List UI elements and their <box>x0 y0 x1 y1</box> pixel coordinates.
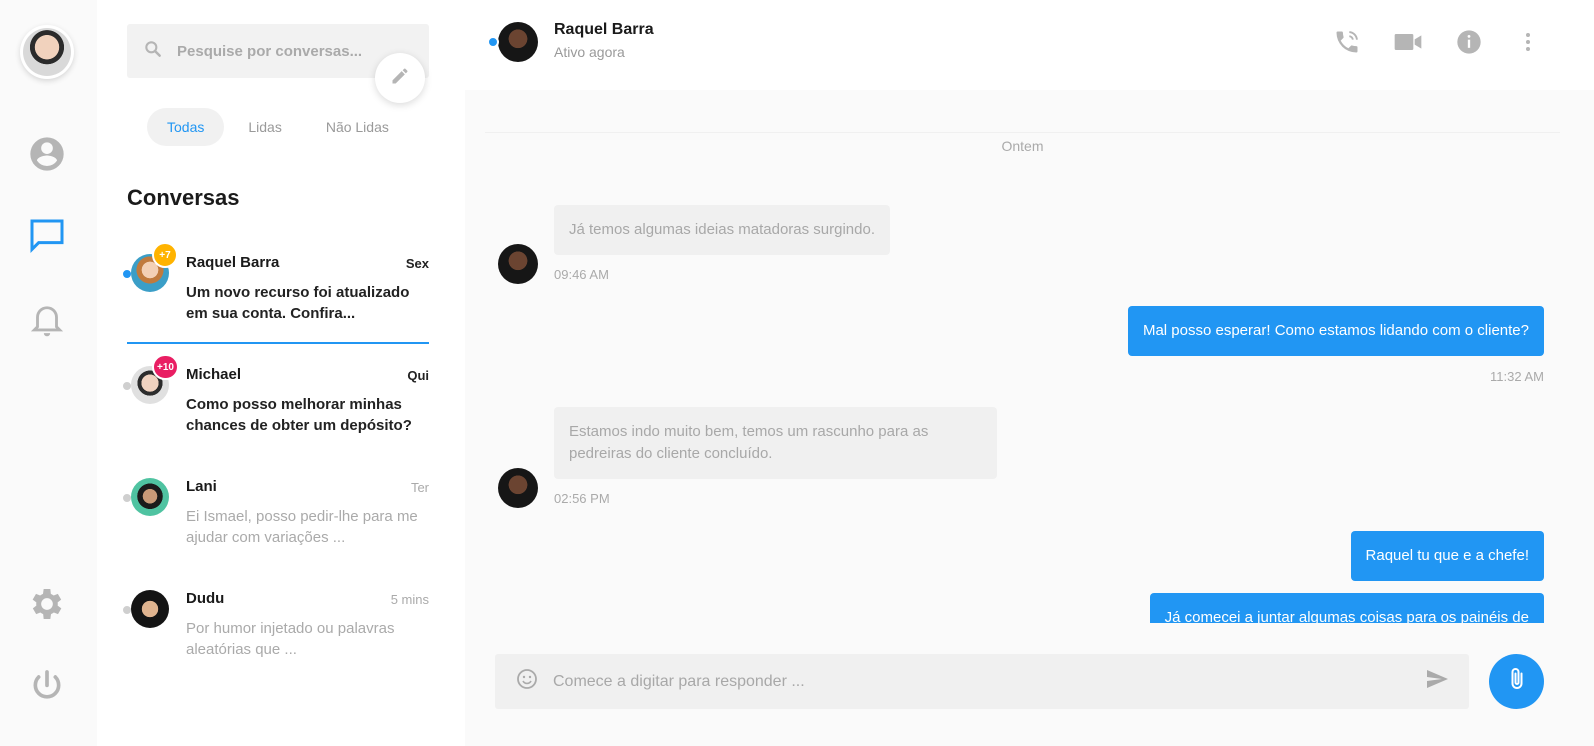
conversation-name: Michael <box>186 366 242 383</box>
message-time: 09:46 AM <box>554 267 609 282</box>
list-title: Conversas <box>127 185 240 210</box>
bell-icon[interactable] <box>27 302 67 342</box>
pencil-icon <box>390 66 410 91</box>
compose-button[interactable] <box>375 53 425 103</box>
message-time: 02:56 PM <box>554 491 610 506</box>
conversation-time: Qui <box>407 368 429 383</box>
tab-read[interactable]: Lidas <box>228 108 301 146</box>
paperclip-icon <box>1505 667 1529 696</box>
profile-icon[interactable] <box>27 134 67 174</box>
message-input[interactable] <box>553 672 1425 691</box>
send-icon[interactable] <box>1425 667 1449 696</box>
conversation-item[interactable]: Lani Ter Ei Ismael, posso pedir-lhe para… <box>121 456 429 568</box>
emoji-icon[interactable] <box>515 667 539 696</box>
search-input[interactable] <box>177 42 377 60</box>
contact-name: Raquel Barra <box>554 21 654 38</box>
conversation-name: Raquel Barra <box>186 254 280 271</box>
incoming-message: Estamos indo muito bem, temos um rascunh… <box>554 407 997 479</box>
contact-avatar[interactable] <box>498 22 538 62</box>
day-separator: Ontem <box>485 132 1560 154</box>
attach-button[interactable] <box>1489 654 1544 709</box>
icon-rail <box>0 0 97 746</box>
message-composer <box>495 654 1469 709</box>
outgoing-message: Raquel tu que e a chefe! <box>1350 531 1544 581</box>
message-list: Já temos algumas ideias matadoras surgin… <box>465 175 1594 623</box>
filter-tabs: Todas Lidas Não Lidas <box>147 108 409 146</box>
search-icon <box>143 39 163 64</box>
conversation-name: Dudu <box>186 590 225 607</box>
tab-all[interactable]: Todas <box>147 108 225 146</box>
message-time: 11:32 AM <box>1490 369 1544 384</box>
conversation-preview: Como posso melhorar minhas chances de ob… <box>186 396 412 434</box>
video-call-icon[interactable] <box>1392 26 1424 58</box>
incoming-message: Já temos algumas ideias matadoras surgin… <box>554 205 890 255</box>
chat-header: Raquel Barra Ativo agora <box>465 0 1594 90</box>
outgoing-message: Mal posso esperar! Como estamos lidando … <box>1127 306 1544 356</box>
power-icon[interactable] <box>27 667 67 707</box>
conversation-item[interactable]: +7 Raquel Barra Sex Um novo recurso foi … <box>121 232 429 344</box>
contact-avatar <box>498 468 538 508</box>
contact-status: Ativo agora <box>554 44 625 60</box>
avatar <box>131 478 169 516</box>
more-options-icon[interactable] <box>1512 26 1544 58</box>
outgoing-message: Já comecei a juntar algumas coisas para … <box>1149 593 1544 623</box>
chat-icon[interactable] <box>27 216 67 256</box>
avatar <box>131 590 169 628</box>
conversation-name: Lani <box>186 478 217 495</box>
info-icon[interactable] <box>1453 26 1485 58</box>
phone-call-icon[interactable] <box>1331 26 1363 58</box>
conversation-item[interactable]: Dudu 5 mins Por humor injetado ou palavr… <box>121 568 429 680</box>
unread-badge: +7 <box>152 242 178 268</box>
conversation-preview: Ei Ismael, posso pedir-lhe para me ajuda… <box>186 508 418 546</box>
conversation-time: 5 mins <box>390 592 429 607</box>
tab-unread[interactable]: Não Lidas <box>306 108 409 146</box>
online-status-dot <box>487 36 499 48</box>
conversation-preview: Um novo recurso foi atualizado em sua co… <box>186 284 410 322</box>
unread-badge: +10 <box>152 354 179 380</box>
conversation-list-panel: Todas Lidas Não Lidas Conversas +7 Raque… <box>97 0 465 746</box>
conversation-preview: Por humor injetado ou palavras aleatória… <box>186 620 395 658</box>
chat-panel: Raquel Barra Ativo agora Ontem Já temos … <box>465 0 1594 746</box>
moon-icon[interactable] <box>27 500 67 540</box>
user-avatar[interactable] <box>20 25 74 79</box>
conversation-time: Ter <box>410 480 429 495</box>
gear-icon[interactable] <box>27 584 67 624</box>
contact-avatar <box>498 244 538 284</box>
conversation-item[interactable]: +10 Michael Qui Como posso melhorar minh… <box>121 344 429 456</box>
conversation-time: Sex <box>405 256 429 271</box>
